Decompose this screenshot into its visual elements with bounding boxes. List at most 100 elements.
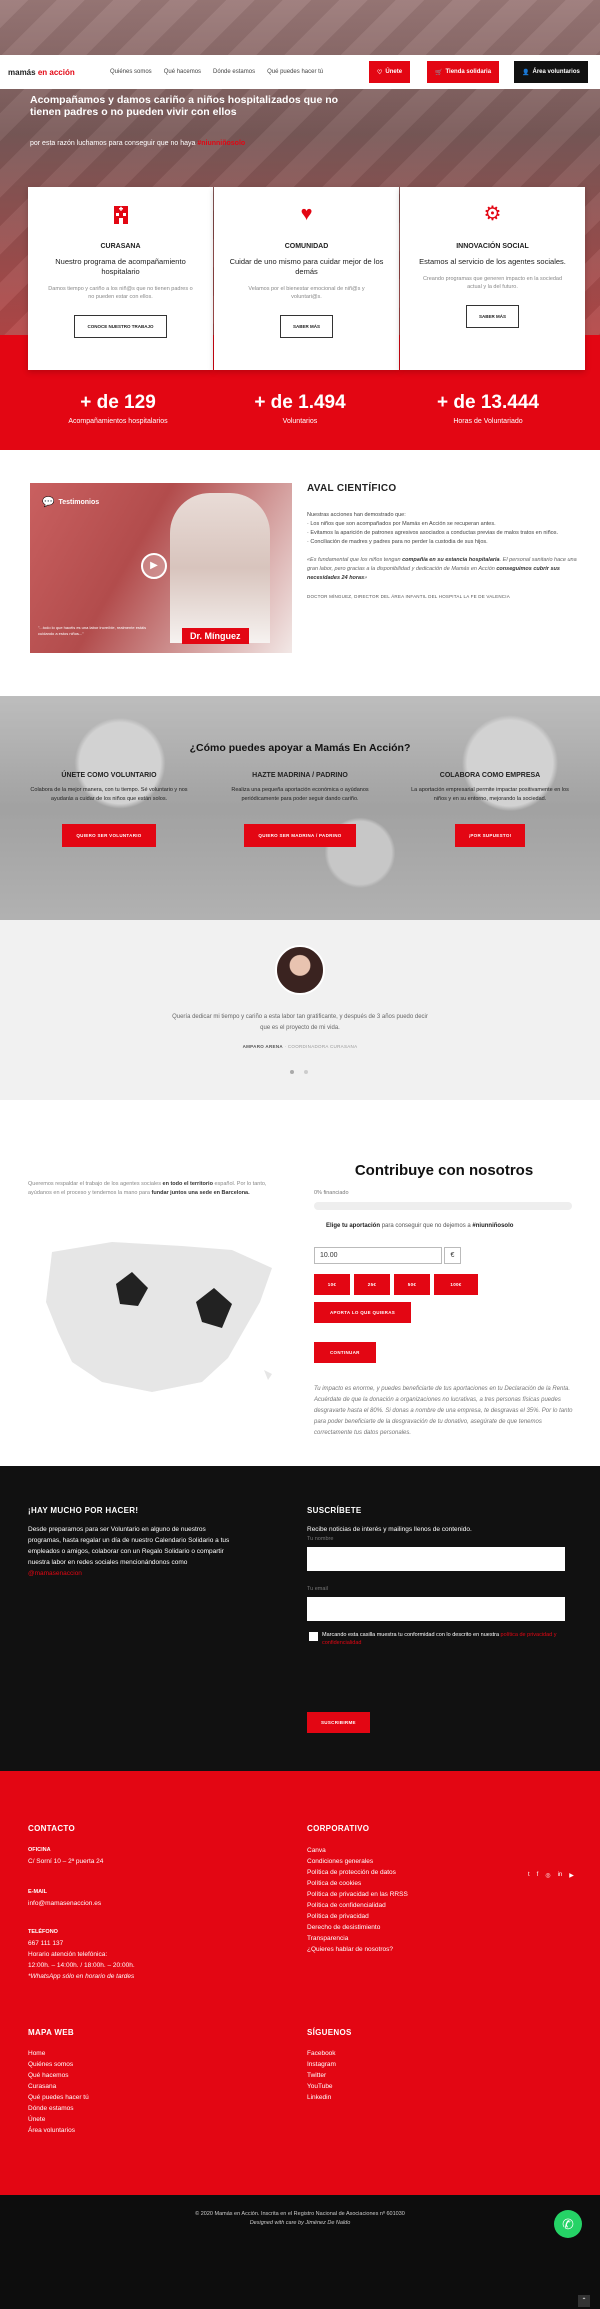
- stat-number: + de 1.494: [254, 392, 346, 413]
- conoce-trabajo-button[interactable]: CONOCE NUESTRO TRABAJO: [74, 315, 167, 338]
- card-title: COMUNIDAD: [284, 243, 329, 250]
- carousel-dot[interactable]: [290, 1070, 294, 1074]
- nav-que-puedes-hacer[interactable]: Qué puedes hacer tú: [267, 69, 323, 75]
- amount-chips: 10€ 25€ 50€ 100€: [314, 1274, 478, 1295]
- name-input[interactable]: [307, 1547, 565, 1571]
- telefono-number[interactable]: 667 111 137: [28, 1938, 135, 1949]
- aporta-lo-que-quieras-button[interactable]: APORTA LO QUE QUIERAS: [314, 1302, 412, 1323]
- instagram-icon[interactable]: ◎: [545, 1872, 550, 1879]
- corp-link[interactable]: Política de protección de datos: [307, 1867, 408, 1878]
- area-voluntarios-button[interactable]: 👤 Área voluntarios: [514, 61, 588, 83]
- spain-shape: [46, 1242, 272, 1392]
- mapa-web-heading: MAPA WEB: [28, 2028, 74, 2037]
- doctor-photo: [170, 493, 270, 643]
- mapa-link[interactable]: Área voluntarios: [28, 2125, 89, 2136]
- corp-link[interactable]: Derecho de desistimiento: [307, 1922, 408, 1933]
- text-part: Desde preparamos para ser Voluntario en …: [28, 1526, 230, 1566]
- mapa-link[interactable]: Home: [28, 2048, 89, 2059]
- corp-link[interactable]: Condiciones generales: [307, 1856, 408, 1867]
- corp-link[interactable]: ¿Quieres hablar de nosotros?: [307, 1944, 408, 1955]
- mapa-link[interactable]: Qué puedes hacer tú: [28, 2092, 89, 2103]
- corp-link[interactable]: Política de privacidad: [307, 1911, 408, 1922]
- nav-donde-estamos[interactable]: Dónde estamos: [213, 69, 255, 75]
- apoyo-voluntario: ÚNETE COMO VOLUNTARIO Colabora de la mej…: [14, 772, 204, 847]
- quote-line: que es el proyecto de mi vida.: [260, 1025, 340, 1031]
- oficina-address: C/ Sorní 10 – 2ª puerta 24: [28, 1858, 104, 1865]
- mapa-link[interactable]: Únete: [28, 2114, 89, 2125]
- corp-link[interactable]: Transparencia: [307, 1933, 408, 1944]
- play-icon[interactable]: ▶: [141, 553, 167, 579]
- heading-text: ¡HAY MUCHO POR HACER!: [28, 1506, 139, 1515]
- privacy-checkbox[interactable]: [309, 1632, 318, 1641]
- chip-50[interactable]: 50€: [394, 1274, 430, 1295]
- financiado-label: 0% financiado: [314, 1190, 349, 1196]
- subscribe-button[interactable]: SUSCRIBIRME: [307, 1712, 370, 1733]
- apoyo-col-title: HAZTE MADRINA / PADRINO: [252, 772, 348, 779]
- corp-link[interactable]: Política de cookies: [307, 1878, 408, 1889]
- hero-sub-text: por esta razón luchamos para conseguir q…: [30, 140, 196, 147]
- nav-quienes-somos[interactable]: Quiénes somos: [110, 69, 152, 75]
- email-link[interactable]: info@mamasenaccion.es: [28, 1898, 135, 1909]
- social-link[interactable]: YouTube: [307, 2081, 336, 2092]
- apoyo-empresa: COLABORA COMO EMPRESA La aportación empr…: [395, 772, 585, 847]
- twitter-icon[interactable]: t: [528, 1872, 530, 1879]
- contacto-heading: CONTACTO: [28, 1824, 75, 1833]
- unete-button[interactable]: ♡ Únete: [369, 61, 411, 83]
- linkedin-icon[interactable]: in: [558, 1872, 563, 1879]
- mapa-link[interactable]: Quiénes somos: [28, 2059, 89, 2070]
- avatar: [275, 945, 325, 995]
- chip-10[interactable]: 10€: [314, 1274, 350, 1295]
- name-label: Tu nombre: [307, 1536, 334, 1542]
- mapa-link[interactable]: Curasana: [28, 2081, 89, 2092]
- continuar-button[interactable]: CONTINUAR: [314, 1342, 376, 1363]
- instagram-handle[interactable]: @mamasenaccion: [28, 1570, 82, 1577]
- quiero-ser-voluntario-button[interactable]: QUIERO SER VOLUNTARIO: [62, 824, 156, 847]
- card-title: CURASANA: [100, 243, 141, 250]
- por-supuesto-button[interactable]: ¡POR SUPUESTO!: [454, 824, 526, 847]
- corp-link[interactable]: Canva: [307, 1845, 408, 1856]
- stat-acompanamientos: + de 129 Acompañamientos hospitalarios: [28, 392, 208, 425]
- designer-credit: Designed with care by Jiménez De Naldo: [249, 2220, 351, 2226]
- saber-mas-button[interactable]: SABER MÁS: [465, 305, 519, 328]
- email-label: E-MAIL: [28, 1889, 47, 1895]
- site-logo[interactable]: mamás en acción: [8, 68, 96, 77]
- chip-25[interactable]: 25€: [354, 1274, 390, 1295]
- nav-que-hacemos[interactable]: Qué hacemos: [164, 69, 201, 75]
- social-link[interactable]: Facebook: [307, 2048, 336, 2059]
- hero-sub: por esta razón luchamos para conseguir q…: [30, 140, 245, 147]
- social-link[interactable]: Linkedin: [307, 2092, 336, 2103]
- spain-map: [46, 1242, 272, 1392]
- youtube-icon[interactable]: ▶: [569, 1872, 574, 1879]
- mapa-link[interactable]: Dónde estamos: [28, 2103, 89, 2114]
- elige-bold: Elige tu aportación: [326, 1223, 381, 1229]
- islands-shape: [264, 1370, 272, 1380]
- corp-link[interactable]: Política de privacidad en las RRSS: [307, 1889, 408, 1900]
- newsletter-section: ¡HAY MUCHO POR HACER! Desde preparamos p…: [0, 1466, 600, 1771]
- aval-intro: Nuestras acciones han demostrado que:: [307, 512, 406, 518]
- corp-link[interactable]: Política de confidencialidad: [307, 1900, 408, 1911]
- tienda-button[interactable]: 🛒 Tienda solidaria: [427, 61, 500, 83]
- social-link[interactable]: Twitter: [307, 2070, 336, 2081]
- scroll-top-icon[interactable]: ⌃: [578, 2295, 590, 2307]
- email-input[interactable]: [307, 1597, 565, 1621]
- area-label: Área voluntarios: [532, 69, 580, 75]
- social-link[interactable]: Instagram: [307, 2059, 336, 2070]
- author-role: · COORDINADORA CURASANA: [284, 1044, 358, 1049]
- amount-input[interactable]: 10.00: [314, 1247, 442, 1264]
- apoyo-col-text: La aportación empresarial permite impact…: [411, 787, 569, 802]
- heart-icon: ♥: [300, 203, 313, 225]
- contrib-title: Contribuye con nosotros: [354, 1162, 534, 1179]
- footer-links-section: CONTACTO OFICINA C/ Sorní 10 – 2ª puerta…: [0, 1771, 600, 2195]
- whatsapp-icon[interactable]: ✆: [554, 2210, 582, 2238]
- apoyo-col-title: ÚNETE COMO VOLUNTARIO: [61, 772, 157, 779]
- carousel-dot[interactable]: [304, 1070, 308, 1074]
- facebook-icon[interactable]: f: [537, 1872, 539, 1879]
- mapa-link[interactable]: Qué hacemos: [28, 2070, 89, 2081]
- testimonial-video[interactable]: 💬 Testimonios ▶ "...todo lo que hacéis es…: [30, 483, 292, 653]
- page: mamás en acción Quiénes somos Qué hacemo…: [0, 0, 600, 2309]
- saber-mas-button[interactable]: SABER MÁS: [279, 315, 333, 338]
- aval-bullet: · Conciliación de madres y padres para n…: [307, 539, 488, 545]
- quiero-ser-madrina-button[interactable]: QUIERO SER MADRINA / PADRINO: [244, 824, 356, 847]
- elige-part: para conseguir que no dejemos a: [381, 1223, 471, 1229]
- chip-100[interactable]: 100€: [434, 1274, 478, 1295]
